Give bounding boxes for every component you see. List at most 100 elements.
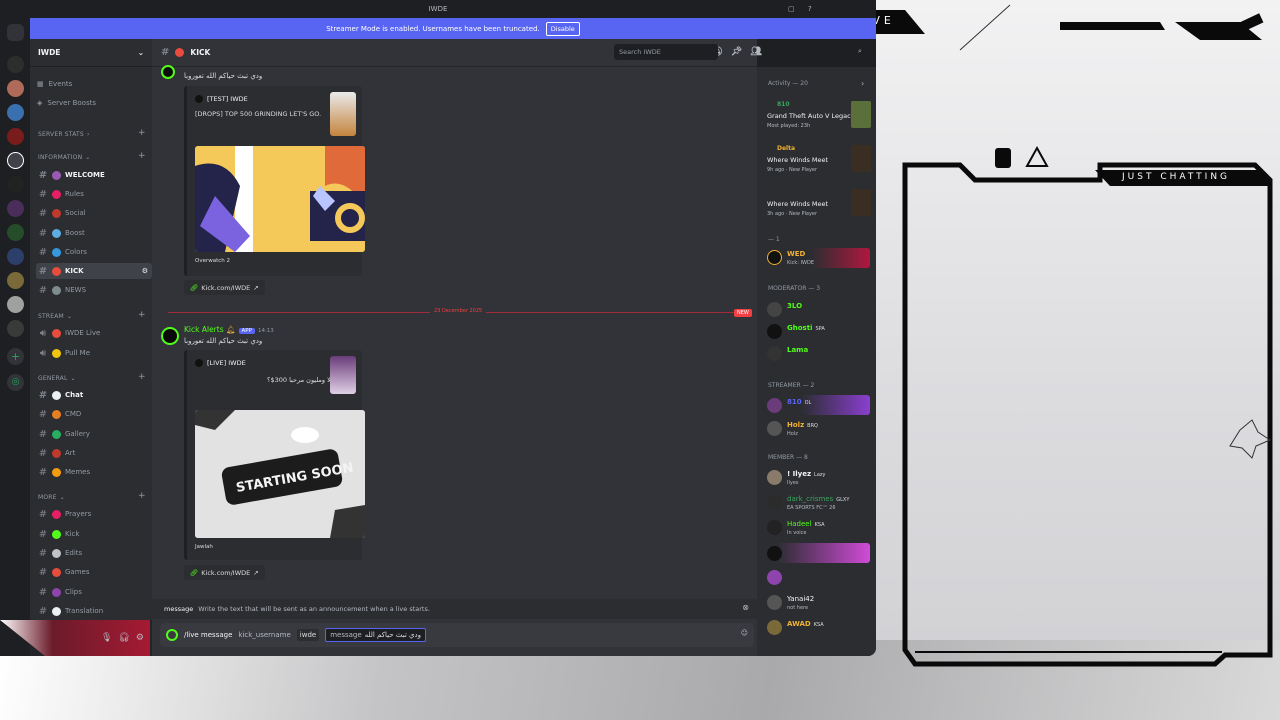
member-name: Lama: [787, 346, 809, 354]
channel-translation[interactable]: # Translation: [36, 603, 152, 619]
server-icon[interactable]: [7, 272, 24, 289]
category-server-stats[interactable]: SERVER STATS › +: [38, 128, 146, 138]
member-item[interactable]: 3LO: [767, 300, 872, 322]
activity-card[interactable]: Where Winds Meet 3h ago · New Player: [767, 189, 871, 231]
add-server-icon[interactable]: +: [7, 348, 24, 365]
server-icon[interactable]: [7, 152, 24, 169]
channel-label: Kick: [65, 530, 80, 538]
add-channel-icon[interactable]: +: [138, 372, 146, 382]
category-more[interactable]: MORE ⌄ +: [38, 491, 146, 501]
chevron-right-icon[interactable]: ›: [861, 79, 864, 88]
inbox-icon[interactable]: ▢: [788, 5, 795, 13]
embed-thumbnail[interactable]: [330, 356, 356, 394]
channel-edits[interactable]: # Edits: [36, 545, 152, 561]
channel-pull-me[interactable]: 🔊︎ Pull Me: [36, 345, 152, 361]
channel-art[interactable]: # Art: [36, 445, 152, 461]
server-icon[interactable]: [7, 80, 24, 97]
add-member-icon[interactable]: ⚙: [142, 267, 148, 275]
channel-gallery[interactable]: # Gallery: [36, 426, 152, 442]
member-item[interactable]: Ghosti SPA: [767, 322, 872, 344]
disable-button[interactable]: Disable: [545, 21, 580, 36]
channel-boost[interactable]: # Boost: [36, 225, 152, 241]
settings-gear-icon[interactable]: ⚙: [136, 633, 144, 643]
channel-news[interactable]: # NEWS: [36, 282, 152, 298]
channel-kick[interactable]: # KICK ⚙: [36, 263, 152, 279]
channel-emoji-icon: [52, 587, 61, 597]
events-item[interactable]: ▦ Events: [30, 76, 148, 91]
activity-card[interactable]: Delta Where Winds Meet 9h ago · New Play…: [767, 145, 871, 187]
channel-kick-2[interactable]: # Kick: [36, 526, 152, 542]
member-item[interactable]: 810 OL: [767, 396, 872, 418]
channel-social[interactable]: # Social: [36, 205, 152, 221]
kick-link-button[interactable]: 🔗︎ Kick.com/IWDE ↗: [184, 565, 265, 580]
user-panel: 🎙︎ 🎧︎ ⚙: [0, 620, 152, 656]
member-item[interactable]: Hadeel KSA In voice: [767, 518, 872, 540]
server-icon[interactable]: [7, 176, 24, 193]
add-channel-icon[interactable]: +: [138, 491, 146, 501]
category-general[interactable]: GENERAL ⌄ +: [38, 372, 146, 382]
hash-icon: #: [38, 265, 48, 277]
message-composer[interactable]: /live message kick_username iwde message…: [160, 623, 754, 647]
discover-icon[interactable]: ◎: [7, 374, 24, 391]
headphones-icon[interactable]: 🎧︎: [118, 633, 129, 643]
channel-games[interactable]: # Games: [36, 564, 152, 580]
add-channel-icon[interactable]: +: [138, 128, 146, 138]
embed-image[interactable]: [195, 146, 365, 252]
embed-author[interactable]: [LIVE] IWDE: [195, 359, 246, 367]
add-channel-icon[interactable]: +: [138, 310, 146, 320]
kick-link-button[interactable]: 🔗︎ Kick.com/IWDE ↗: [184, 280, 265, 295]
server-icon[interactable]: [7, 224, 24, 241]
member-item[interactable]: ! Ilyez Lazy Ilyes: [767, 468, 872, 490]
avatar[interactable]: [161, 65, 175, 79]
message-author[interactable]: Kick Alerts 🔔︎ APP 14:13: [184, 325, 274, 334]
channel-chat[interactable]: # Chat: [36, 387, 152, 403]
member-item[interactable]: Lama: [767, 344, 872, 366]
server-icon[interactable]: [7, 56, 24, 73]
category-stream[interactable]: STREAM ⌄ +: [38, 310, 146, 320]
option-message-field[interactable]: message ودي تبث حياكم الله: [325, 628, 426, 642]
embed-author[interactable]: [TEST] IWDE: [195, 95, 248, 103]
channel-cmd[interactable]: # CMD: [36, 406, 152, 422]
member-item[interactable]: Holz BRQ Holz: [767, 419, 872, 441]
member-item[interactable]: [767, 544, 872, 566]
channel-clips[interactable]: # Clips: [36, 584, 152, 600]
option-kick-username[interactable]: kick_username: [238, 631, 290, 639]
add-channel-icon[interactable]: +: [138, 151, 146, 161]
channel-colors[interactable]: # Colors: [36, 244, 152, 260]
channel-iwde-live[interactable]: 🔊︎ IWDE Live: [36, 325, 152, 341]
close-icon[interactable]: ⊗: [742, 603, 749, 612]
mic-icon[interactable]: 🎙︎: [101, 633, 112, 643]
category-label: MORE: [38, 494, 57, 501]
member-item[interactable]: Yanai42 not here: [767, 593, 872, 615]
emoji-icon[interactable]: ☺: [741, 629, 748, 637]
server-icon[interactable]: [7, 128, 24, 145]
embed-thumbnail[interactable]: [330, 92, 356, 136]
channel-welcome[interactable]: # WELCOME: [36, 167, 152, 183]
server-icon[interactable]: [7, 296, 24, 313]
server-icon[interactable]: [7, 320, 24, 337]
server-icon[interactable]: [7, 104, 24, 121]
channel-rules[interactable]: # Rules: [36, 186, 152, 202]
channel-prayers[interactable]: # Prayers: [36, 506, 152, 522]
server-icon[interactable]: [7, 200, 24, 217]
member-item[interactable]: AWAD KSA: [767, 618, 872, 640]
message-text: ودي تبث حياكم الله تعوروبا: [184, 337, 263, 345]
member-item[interactable]: dark_crismes GLXY EA SPORTS FC™ 26: [767, 493, 872, 515]
help-icon[interactable]: ?: [808, 5, 812, 13]
server-boosts-item[interactable]: ◈ Server Boosts: [30, 95, 148, 110]
channel-memes[interactable]: # Memes: [36, 464, 152, 480]
speaker-icon: 🔊︎: [39, 327, 47, 339]
pin-icon[interactable]: 📌︎: [731, 47, 742, 57]
avatar[interactable]: [161, 327, 179, 345]
server-header[interactable]: IWDE ⌄: [30, 39, 152, 67]
option-value-username[interactable]: iwde: [296, 629, 320, 641]
server-icon[interactable]: [7, 248, 24, 265]
search-input[interactable]: Search IWDE: [614, 44, 718, 60]
member-item[interactable]: [767, 568, 872, 590]
embed-image[interactable]: STARTING SOON: [195, 410, 365, 538]
members-icon[interactable]: 👥︎: [750, 47, 761, 57]
home-icon[interactable]: [7, 24, 24, 41]
category-information[interactable]: INFORMATION ⌄ +: [38, 151, 146, 161]
activity-card[interactable]: 810 Grand Theft Auto V Legacy Most playe…: [767, 101, 871, 143]
member-item[interactable]: WED Kick: IWDE: [767, 248, 872, 270]
